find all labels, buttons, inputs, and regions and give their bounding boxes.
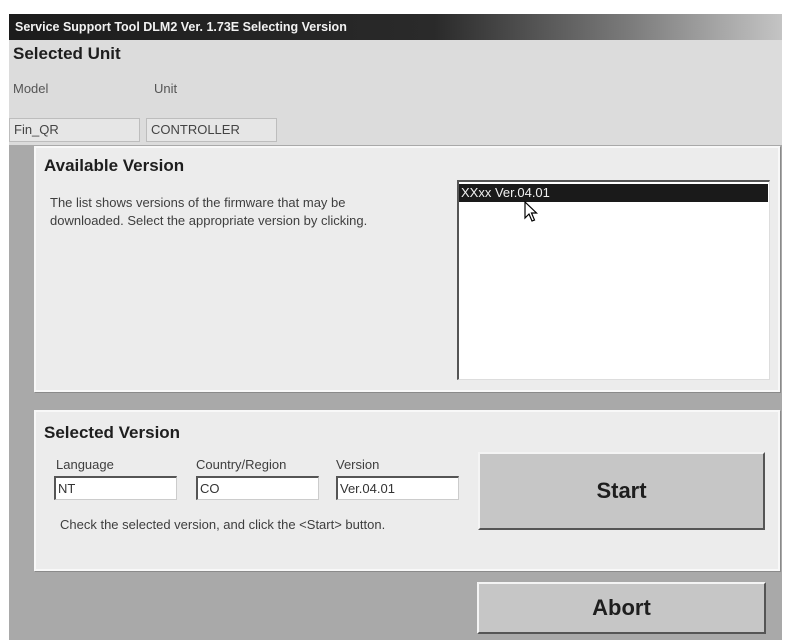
selected-unit-title: Selected Unit <box>13 44 121 63</box>
country-region-field[interactable] <box>196 476 319 500</box>
language-label: Language <box>56 457 114 472</box>
start-button[interactable]: Start <box>478 452 765 530</box>
model-label: Model <box>13 81 49 96</box>
version-label: Version <box>336 457 380 472</box>
available-version-panel: Available Version The list shows version… <box>34 146 780 392</box>
version-listbox[interactable]: XXxx Ver.04.01 <box>457 180 770 380</box>
title-bar: Service Support Tool DLM2 Ver. 1.73E Sel… <box>9 14 782 40</box>
selected-version-panel: Selected Version Language Country/Region… <box>34 410 780 571</box>
available-version-title: Available Version <box>44 156 185 175</box>
unit-value: CONTROLLER <box>146 118 277 142</box>
dialog-window: Service Support Tool DLM2 Ver. 1.73E Sel… <box>9 14 782 640</box>
language-field[interactable] <box>54 476 177 500</box>
selected-unit-header: Selected Unit Model Unit Fin_QR CONTROLL… <box>9 40 782 145</box>
version-field[interactable] <box>336 476 459 500</box>
version-list-item[interactable]: XXxx Ver.04.01 <box>459 184 768 202</box>
selected-version-title: Selected Version <box>44 423 181 442</box>
mouse-pointer-icon <box>524 201 538 222</box>
unit-label: Unit <box>154 81 178 96</box>
model-value: Fin_QR <box>9 118 140 142</box>
abort-button[interactable]: Abort <box>477 582 766 634</box>
country-region-label: Country/Region <box>196 457 287 472</box>
available-version-description: The list shows versions of the firmware … <box>50 195 368 228</box>
selected-version-instruction: Check the selected version, and click th… <box>60 517 386 532</box>
